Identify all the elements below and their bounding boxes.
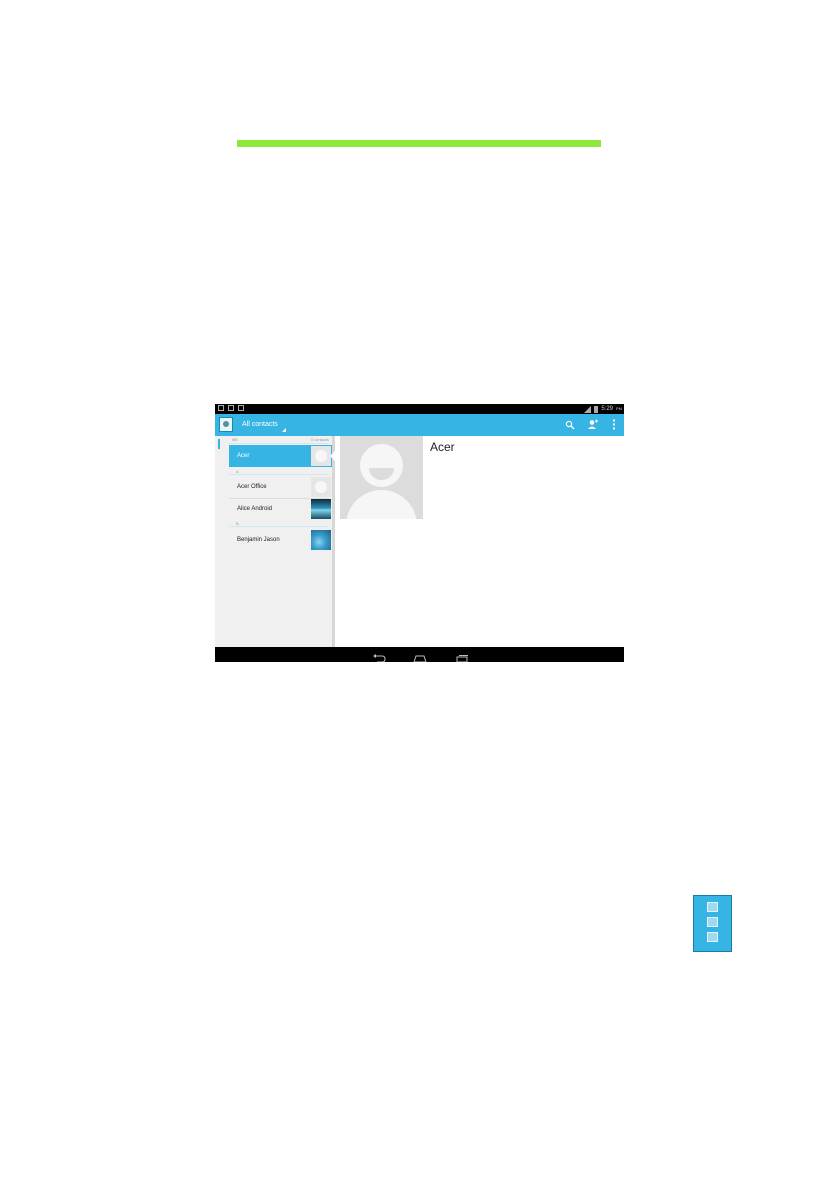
spinner-arrow-icon	[282, 428, 286, 432]
fast-scroll-indicator[interactable]	[218, 439, 220, 449]
back-icon	[373, 654, 386, 662]
section-header-me: ME	[232, 437, 238, 442]
back-button[interactable]	[372, 650, 386, 662]
contact-photo	[311, 499, 331, 519]
status-ampm: PM	[616, 406, 622, 411]
menu-icon	[693, 895, 732, 952]
recent-apps-icon	[456, 655, 468, 662]
recent-apps-button[interactable]	[455, 650, 469, 662]
contact-name: Benjamin Jason	[237, 537, 280, 543]
notification-icon	[218, 405, 224, 411]
contact-list[interactable]: ME 0 contacts Acer A Acer Office Alice A…	[215, 436, 335, 647]
header-rule	[237, 140, 601, 147]
detail-contact-name: Acer	[430, 440, 455, 454]
add-contact-button[interactable]	[586, 418, 598, 431]
contact-name: Alice Android	[237, 506, 273, 512]
contacts-app-icon[interactable]	[219, 417, 233, 432]
default-avatar-icon	[311, 477, 331, 497]
status-bar: 5:29 PM	[215, 404, 624, 414]
contact-row-selected[interactable]: Acer	[229, 445, 335, 467]
contact-row[interactable]: Benjamin Jason	[229, 529, 332, 551]
search-icon	[565, 420, 575, 429]
contact-row[interactable]: Acer Office	[229, 476, 332, 498]
add-contact-icon	[587, 419, 598, 429]
contact-row[interactable]: Alice Android	[229, 498, 332, 520]
home-icon	[413, 655, 427, 662]
notification-icon	[228, 405, 234, 411]
battery-icon	[594, 405, 599, 413]
me-contact-count: 0 contacts	[310, 437, 329, 442]
contact-photo-large[interactable]	[340, 436, 423, 519]
search-button[interactable]	[564, 418, 576, 431]
contact-name: Acer	[237, 453, 250, 459]
section-divider	[229, 474, 329, 475]
home-button[interactable]	[413, 650, 427, 662]
default-avatar-icon	[311, 446, 331, 466]
section-divider	[229, 443, 329, 444]
overflow-menu-icon	[613, 419, 615, 430]
contacts-filter-spinner[interactable]: All contacts	[242, 419, 278, 431]
contact-photo	[311, 530, 331, 550]
tablet-screenshot: 5:29 PM All contacts ME 0 contacts Acer …	[215, 404, 624, 662]
contact-name: Acer Office	[237, 484, 267, 490]
notification-icon	[238, 405, 244, 411]
action-bar: All contacts	[215, 414, 624, 436]
section-divider	[229, 526, 329, 527]
contact-detail: Acer	[335, 436, 624, 647]
overflow-menu-button[interactable]	[608, 418, 620, 431]
signal-icon	[584, 405, 592, 413]
status-time: 5:29	[601, 406, 613, 412]
navigation-bar	[215, 647, 624, 662]
